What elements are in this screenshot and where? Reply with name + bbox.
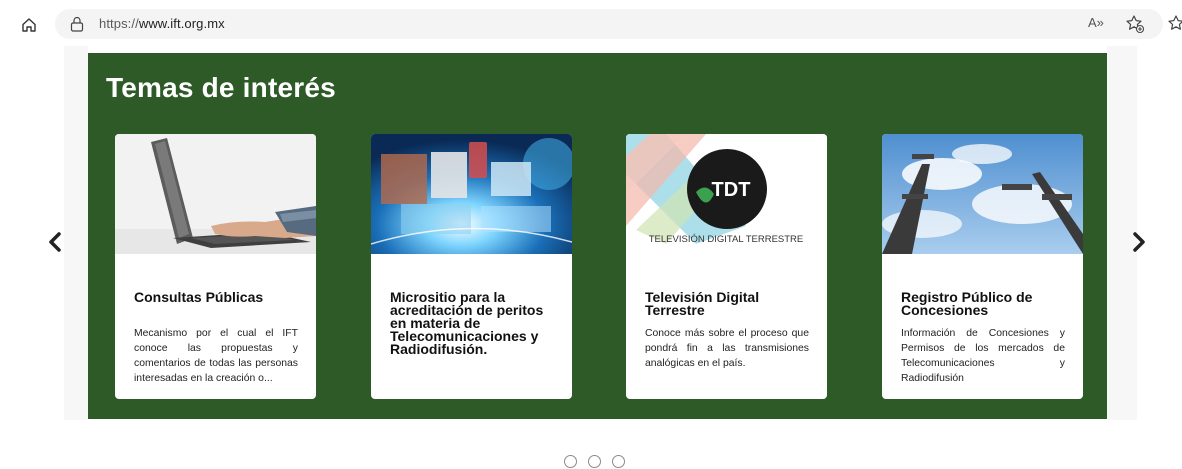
carousel-left-gutter — [64, 46, 88, 420]
lock-icon[interactable] — [68, 15, 86, 33]
card-consultas-publicas[interactable]: Consultas Públicas Mecanismo por el cual… — [115, 134, 316, 399]
browser-toolbar: https://www.ift.org.mx A» — [0, 0, 1182, 46]
card-title[interactable]: Micrositio para la acreditación de perit… — [390, 290, 560, 356]
chevron-right-icon[interactable] — [1128, 229, 1150, 255]
card-description: Conoce más sobre el proceso que pondrá f… — [645, 328, 809, 369]
card-title[interactable]: Televisión Digital Terrestre — [645, 290, 815, 317]
card-description: Información de Concesiones y Permisos de… — [901, 328, 1065, 384]
carousel-dot[interactable] — [564, 455, 577, 468]
card-description: Mecanismo por el cual el IFT conoce las … — [134, 328, 298, 384]
read-aloud-icon[interactable]: A» — [1088, 15, 1104, 30]
section-title: Temas de interés — [106, 72, 336, 103]
devices-image — [371, 134, 572, 254]
card-television-digital[interactable]: TDT TELEVISIÓN DIGITAL TERRESTRE Televis… — [626, 134, 827, 399]
carousel-dot[interactable] — [588, 455, 601, 468]
carousel-pagination — [564, 455, 625, 468]
card-registro-concesiones[interactable]: Registro Público de Concesiones Informac… — [882, 134, 1083, 399]
tdt-logo-image: TDT TELEVISIÓN DIGITAL TERRESTRE — [626, 134, 827, 254]
antenna-towers-image — [882, 134, 1083, 254]
url-protocol: https:// — [99, 16, 139, 31]
tdt-caption: TELEVISIÓN DIGITAL TERRESTRE — [649, 234, 804, 245]
card-title[interactable]: Registro Público de Concesiones — [901, 290, 1071, 317]
chevron-left-icon[interactable] — [44, 229, 66, 255]
url-text[interactable]: https://www.ift.org.mx — [99, 16, 225, 31]
favorites-icon[interactable] — [1166, 13, 1182, 35]
carousel-dot[interactable] — [612, 455, 625, 468]
url-host: www.ift.org.mx — [138, 16, 225, 31]
card-micrositio-peritos[interactable]: Micrositio para la acreditación de perit… — [371, 134, 572, 399]
add-favorite-icon[interactable] — [1124, 13, 1146, 35]
card-title[interactable]: Consultas Públicas — [134, 290, 304, 304]
home-icon[interactable] — [18, 14, 40, 36]
laptop-image — [115, 134, 316, 254]
tdt-logo-text: TDT — [712, 179, 751, 201]
